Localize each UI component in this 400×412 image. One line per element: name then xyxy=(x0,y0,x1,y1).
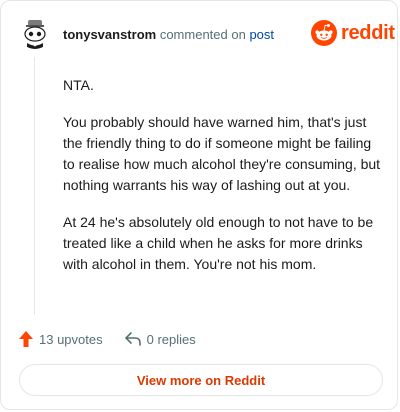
comment-embed-card: tonysvanstrom commented on post reddit N… xyxy=(0,0,398,410)
upvote-count: 13 upvotes xyxy=(39,331,103,347)
user-avatar[interactable] xyxy=(19,17,51,49)
upvote-button[interactable]: 13 upvotes xyxy=(19,331,103,347)
action-text: commented on xyxy=(159,27,246,42)
thread-line xyxy=(34,57,35,315)
reddit-wordmark: reddit xyxy=(341,21,395,44)
comment-body: NTA. You probably should have warned him… xyxy=(63,75,381,291)
comment-paragraph: NTA. xyxy=(63,77,94,93)
replies-button[interactable]: 0 replies xyxy=(124,331,196,347)
comment-actions: 13 upvotes 0 replies xyxy=(19,331,196,347)
comment-paragraph: At 24 he's absolutely old enough to not … xyxy=(63,214,374,272)
reddit-logo[interactable]: reddit xyxy=(311,20,395,46)
reply-count: 0 replies xyxy=(146,331,196,347)
reply-arrow-icon xyxy=(124,332,141,346)
reddit-alien-icon xyxy=(311,20,337,46)
comment-header: tonysvanstrom commented on post xyxy=(63,27,274,42)
view-more-button[interactable]: View more on Reddit xyxy=(19,364,383,396)
snoo-avatar-icon xyxy=(19,17,51,49)
username-link[interactable]: tonysvanstrom xyxy=(63,27,156,42)
upvote-arrow-icon xyxy=(19,331,33,347)
comment-paragraph: You probably should have warned him, tha… xyxy=(63,114,381,193)
post-link[interactable]: post xyxy=(249,27,274,42)
